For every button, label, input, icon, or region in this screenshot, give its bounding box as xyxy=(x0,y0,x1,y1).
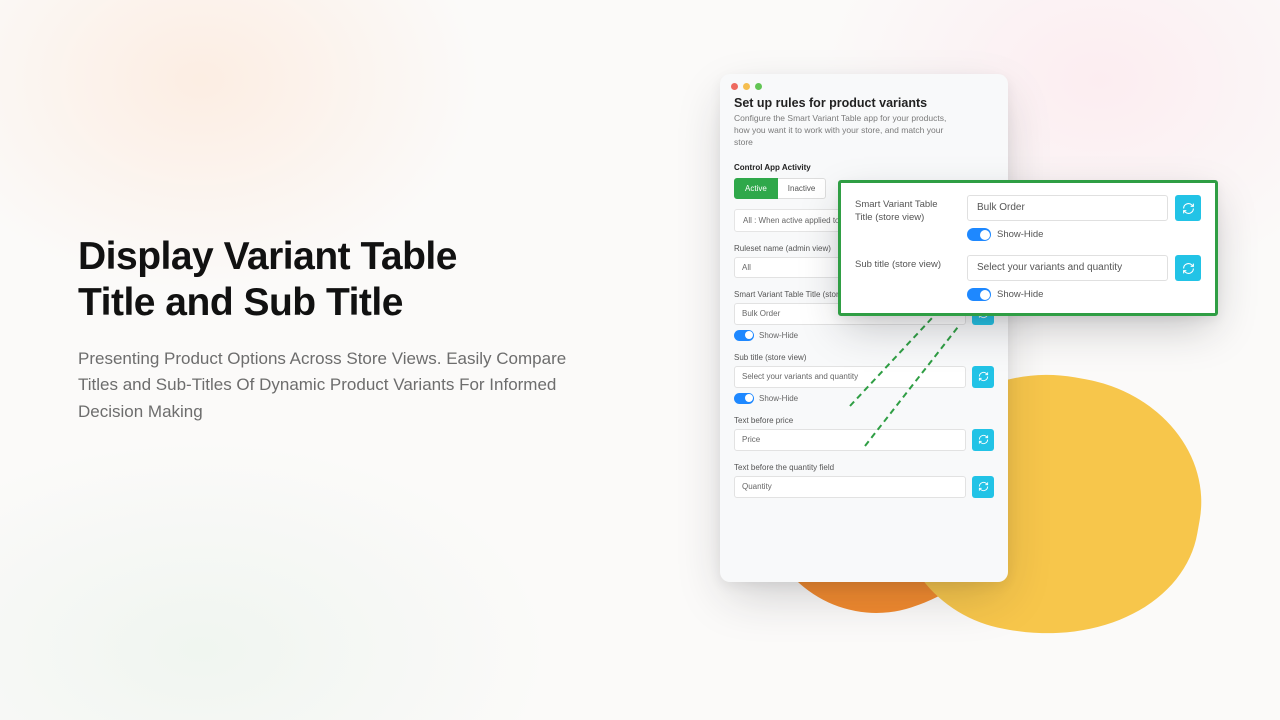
refresh-button[interactable] xyxy=(972,366,994,388)
subtitle-label: Sub title (store view) xyxy=(734,353,994,362)
subtitle-toggle-label: Show-Hide xyxy=(759,394,798,403)
panel-description: Configure the Smart Variant Table app fo… xyxy=(734,113,964,149)
refresh-icon xyxy=(978,434,989,445)
refresh-button[interactable] xyxy=(1175,195,1201,221)
callout-sub-input[interactable]: Select your variants and quantity xyxy=(967,255,1168,281)
refresh-button[interactable] xyxy=(972,476,994,498)
qty-label: Text before the quantity field xyxy=(734,463,994,472)
refresh-button[interactable] xyxy=(972,429,994,451)
inactive-button[interactable]: Inactive xyxy=(778,178,827,199)
refresh-icon xyxy=(978,371,989,382)
refresh-button[interactable] xyxy=(1175,255,1201,281)
subtitle-toggle[interactable] xyxy=(734,393,754,404)
window-controls xyxy=(720,74,1008,90)
refresh-icon xyxy=(1182,262,1195,275)
hero-description: Presenting Product Options Across Store … xyxy=(78,346,598,425)
price-input[interactable]: Price xyxy=(734,429,966,451)
svt-title-toggle-label: Show-Hide xyxy=(759,331,798,340)
callout-title-label: Smart Variant Table Title (store view) xyxy=(855,195,955,225)
subtitle-input[interactable]: Select your variants and quantity xyxy=(734,366,966,388)
refresh-icon xyxy=(978,481,989,492)
minimize-icon[interactable] xyxy=(743,83,750,90)
close-icon[interactable] xyxy=(731,83,738,90)
callout-title-toggle-label: Show-Hide xyxy=(997,229,1043,240)
qty-input[interactable]: Quantity xyxy=(734,476,966,498)
active-button[interactable]: Active xyxy=(734,178,778,199)
callout-title-toggle[interactable] xyxy=(967,228,991,241)
callout-sub-toggle-label: Show-Hide xyxy=(997,289,1043,300)
hero-block: Display Variant Table Title and Sub Titl… xyxy=(78,234,598,425)
panel-title: Set up rules for product variants xyxy=(734,96,994,110)
callout-sub-toggle[interactable] xyxy=(967,288,991,301)
price-label: Text before price xyxy=(734,416,994,425)
maximize-icon[interactable] xyxy=(755,83,762,90)
svt-title-toggle[interactable] xyxy=(734,330,754,341)
highlight-callout: Smart Variant Table Title (store view) B… xyxy=(838,180,1218,316)
callout-title-input[interactable]: Bulk Order xyxy=(967,195,1168,221)
app-window: Set up rules for product variants Config… xyxy=(720,74,1008,582)
section-label-activity: Control App Activity xyxy=(734,163,994,172)
refresh-icon xyxy=(1182,202,1195,215)
hero-title: Display Variant Table Title and Sub Titl… xyxy=(78,234,598,326)
callout-sub-label: Sub title (store view) xyxy=(855,255,955,272)
